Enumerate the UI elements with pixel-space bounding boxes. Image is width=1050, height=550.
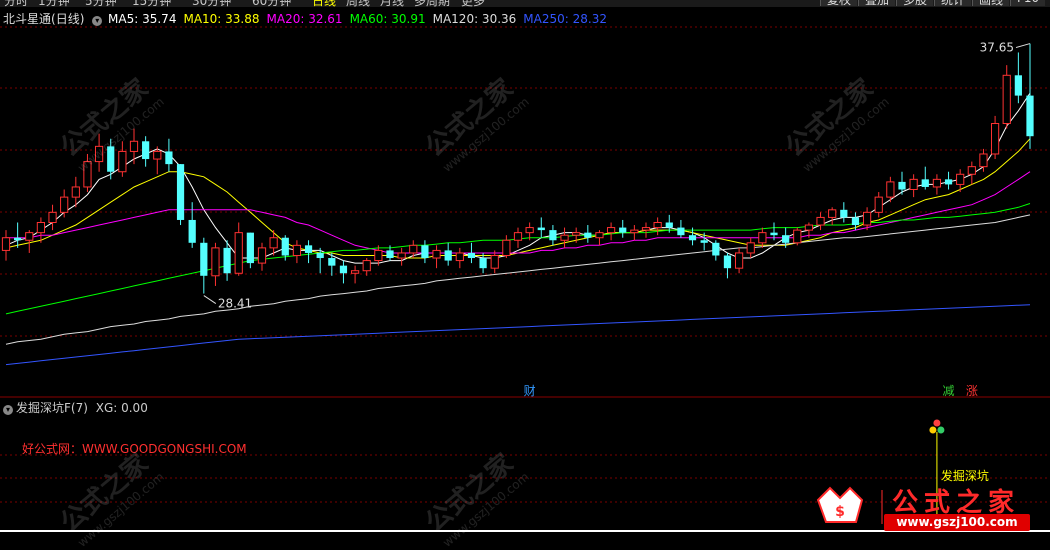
min-price-label: 28.41 bbox=[218, 297, 252, 311]
candle bbox=[549, 225, 557, 246]
ma-legend-item: MA20: 32.61 bbox=[266, 12, 343, 26]
candle bbox=[339, 260, 348, 284]
candle bbox=[793, 227, 802, 246]
candle bbox=[502, 235, 511, 259]
candle bbox=[129, 128, 139, 165]
candle bbox=[94, 133, 104, 172]
max-price-arrow bbox=[1015, 43, 1031, 49]
event-badge[interactable]: 减 bbox=[943, 382, 955, 399]
price-labels: 37.65 28.41 bbox=[203, 41, 1031, 311]
ma-legend-item: MA10: 33.88 bbox=[183, 12, 260, 26]
candle bbox=[874, 192, 883, 218]
candle bbox=[1026, 43, 1034, 149]
chevron-down-icon[interactable]: ▾ bbox=[92, 16, 103, 26]
candle bbox=[490, 250, 499, 274]
candle bbox=[200, 237, 208, 294]
ma-legend-item: MA250: 28.32 bbox=[523, 12, 607, 26]
candle bbox=[1002, 65, 1011, 129]
candle bbox=[851, 212, 860, 231]
candle bbox=[816, 212, 825, 231]
candle bbox=[432, 245, 441, 269]
candle bbox=[234, 222, 243, 276]
chevron-down-icon[interactable]: ▾ bbox=[3, 405, 13, 415]
candle bbox=[246, 232, 254, 269]
sub-chart-header: ▾ 发掘深坑F(7) XG: 0.00 bbox=[3, 399, 148, 416]
candle bbox=[734, 247, 744, 274]
ma-legend: MA5: 35.74 MA10: 33.88 MA20: 32.61 MA60: 30… bbox=[108, 12, 614, 26]
candle bbox=[1014, 52, 1022, 104]
candle bbox=[712, 240, 720, 261]
candle bbox=[257, 242, 267, 271]
candle bbox=[176, 164, 185, 226]
flower-icon bbox=[929, 419, 945, 434]
candle bbox=[990, 115, 1000, 160]
candle bbox=[292, 240, 302, 264]
candle bbox=[840, 202, 848, 223]
max-price-label: 37.65 bbox=[980, 41, 1014, 55]
period-label: (日线) bbox=[51, 12, 85, 26]
candle bbox=[630, 225, 639, 241]
site-label: 好公式网：WWW.GOODGONGSHI.COM bbox=[22, 442, 247, 456]
candlesticks bbox=[1, 43, 1034, 294]
candle bbox=[455, 247, 464, 269]
main-chart-header: 北斗星通(日线) ▾ MA5: 35.74 MA10: 33.88 MA20: 32… bbox=[3, 10, 614, 27]
candle bbox=[653, 217, 662, 236]
ma-legend-item: MA5: 35.74 bbox=[108, 12, 177, 26]
candle bbox=[107, 138, 115, 180]
grid-lines bbox=[0, 26, 1050, 503]
candle bbox=[188, 202, 196, 248]
candle bbox=[397, 247, 406, 266]
indicator-value: XG: 0.00 bbox=[95, 401, 148, 415]
candle bbox=[746, 237, 755, 259]
candle bbox=[677, 219, 685, 238]
stock-name: 北斗星通 bbox=[3, 12, 52, 26]
candle bbox=[83, 153, 92, 193]
candle bbox=[641, 222, 651, 238]
candle bbox=[606, 222, 616, 241]
candle bbox=[25, 230, 34, 253]
candle bbox=[537, 217, 545, 238]
candle bbox=[723, 252, 732, 279]
ma-line bbox=[5, 304, 1031, 366]
candle bbox=[60, 189, 69, 218]
min-price-arrow bbox=[203, 295, 217, 304]
candle bbox=[165, 138, 173, 172]
event-badge[interactable]: 财 bbox=[524, 382, 536, 399]
candle bbox=[944, 171, 953, 190]
candle bbox=[909, 174, 918, 198]
candle bbox=[560, 227, 569, 248]
candle bbox=[421, 240, 429, 264]
ma-legend-item: MA120: 30.36 bbox=[432, 12, 517, 26]
candle bbox=[584, 225, 592, 243]
candle bbox=[467, 242, 476, 264]
candle bbox=[595, 230, 604, 246]
candle bbox=[14, 222, 22, 248]
logo-url[interactable]: www.gszj100.com bbox=[884, 514, 1030, 531]
candle bbox=[142, 136, 150, 167]
candle bbox=[48, 204, 57, 231]
indicator-name: 发掘深坑F(7) bbox=[16, 401, 88, 415]
candle bbox=[350, 265, 360, 284]
candle bbox=[444, 242, 452, 266]
candle bbox=[619, 219, 627, 238]
candle bbox=[967, 161, 976, 185]
ma-legend-item: MA60: 30.91 bbox=[349, 12, 426, 26]
event-badge[interactable]: 涨 bbox=[966, 382, 978, 399]
candle bbox=[921, 166, 929, 190]
candle bbox=[211, 242, 220, 286]
svg-text:$: $ bbox=[835, 504, 845, 520]
candle bbox=[513, 227, 523, 248]
candle bbox=[828, 207, 837, 226]
candle bbox=[1, 230, 11, 261]
candle bbox=[118, 141, 127, 177]
candle bbox=[932, 174, 942, 195]
candle bbox=[362, 258, 371, 276]
candle bbox=[304, 240, 313, 264]
